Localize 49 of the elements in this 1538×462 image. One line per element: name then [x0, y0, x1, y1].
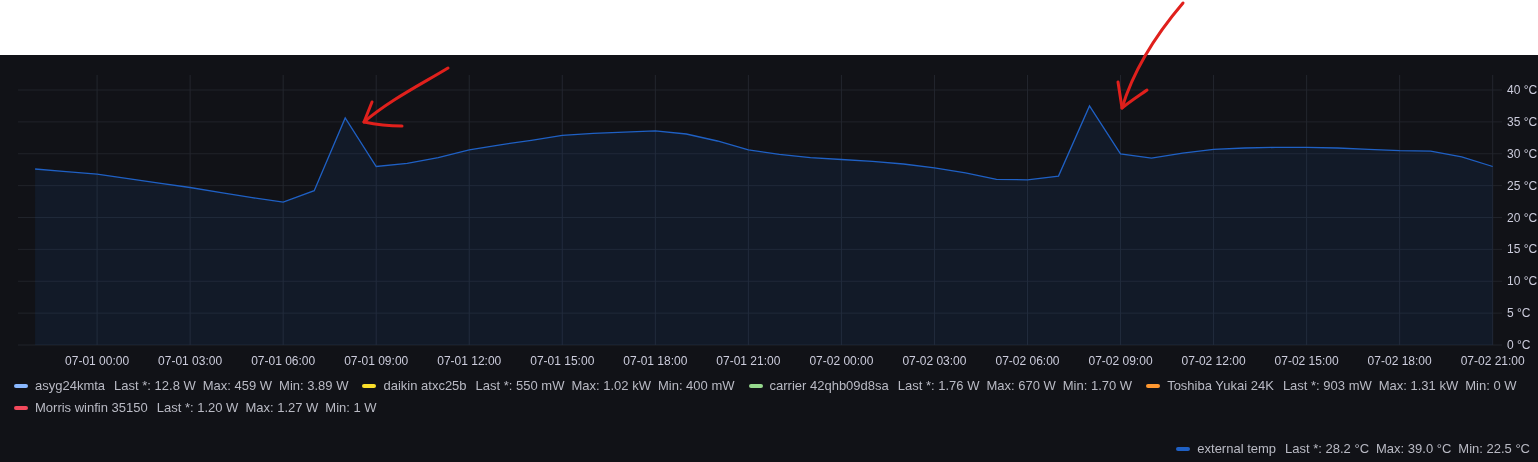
- x-axis-label: 07-01 06:00: [251, 354, 316, 368]
- legend-stat: Max: 1.31 kW: [1378, 378, 1459, 393]
- legend-stat: Max: 670 W: [986, 378, 1056, 393]
- legend-stat: Last *: 550 mW: [475, 378, 565, 393]
- y-axis-label: 10 °C: [1507, 274, 1538, 289]
- y-axis-label: 20 °C: [1507, 210, 1538, 225]
- x-axis-label: 07-02 09:00: [1088, 354, 1153, 368]
- x-axis-label: 07-02 15:00: [1274, 354, 1339, 368]
- x-axis-label: 07-01 00:00: [65, 354, 130, 368]
- legend-stat: Min: 22.5 °C: [1458, 441, 1530, 456]
- x-axis-label: 07-01 21:00: [716, 354, 781, 368]
- y-axis-label: 0 °C: [1507, 338, 1531, 352]
- legend-label[interactable]: Morris winfin 35150: [35, 400, 148, 415]
- legend-stat: Last *: 12.8 W: [114, 378, 196, 393]
- legend-stat: Max: 1.02 kW: [571, 378, 651, 393]
- legend-stat: Max: 39.0 °C: [1376, 441, 1452, 456]
- legend-stat: Last *: 1.20 W: [156, 400, 239, 415]
- x-axis-label: 07-02 03:00: [902, 354, 967, 368]
- legend-stat: Min: 1 W: [325, 400, 377, 415]
- x-axis-label: 07-01 03:00: [158, 354, 223, 368]
- x-axis-label: 07-02 18:00: [1367, 354, 1432, 368]
- legend-stat: Min: 400 mW: [657, 378, 735, 393]
- y-axis-label: 15 °C: [1507, 242, 1538, 257]
- legend-stat: Last *: 28.2 °C: [1285, 441, 1370, 456]
- legend-stat: Min: 0 W: [1465, 378, 1517, 393]
- legend-label[interactable]: external temp: [1197, 441, 1277, 456]
- x-axis-label: 07-01 12:00: [437, 354, 502, 368]
- x-axis-label: 07-01 09:00: [344, 354, 409, 368]
- y-axis-label: 25 °C: [1507, 178, 1538, 193]
- legend-stat: Max: 459 W: [202, 378, 273, 393]
- legend-label[interactable]: Toshiba Yukai 24K: [1167, 378, 1274, 393]
- x-axis-label: 07-02 06:00: [995, 354, 1060, 368]
- x-axis-label: 07-01 18:00: [623, 354, 688, 368]
- y-axis-label: 30 °C: [1507, 146, 1538, 161]
- legend-stat: Last *: 903 mW: [1282, 378, 1372, 393]
- x-axis-label: 07-02 12:00: [1181, 354, 1246, 368]
- x-axis-label: 07-02 00:00: [809, 354, 874, 368]
- legend-stat: Max: 1.27 W: [245, 400, 319, 415]
- legend-stat: Min: 1.70 W: [1062, 378, 1133, 393]
- y-axis-label: 35 °C: [1507, 114, 1538, 129]
- legend-stat: Last *: 1.76 W: [897, 378, 980, 393]
- x-axis-label: 07-01 15:00: [530, 354, 595, 368]
- legend-label[interactable]: daikin atxc25b: [383, 378, 467, 393]
- y-axis-label: 40 °C: [1507, 83, 1538, 97]
- x-axis-label: 07-02 21:00: [1460, 354, 1525, 368]
- legend-stat: Min: 3.89 W: [279, 378, 349, 393]
- legend-label[interactable]: carrier 42qhb09d8sa: [769, 378, 889, 393]
- y-axis-label: 5 °C: [1507, 306, 1531, 321]
- legend-label[interactable]: asyg24kmta: [35, 378, 106, 393]
